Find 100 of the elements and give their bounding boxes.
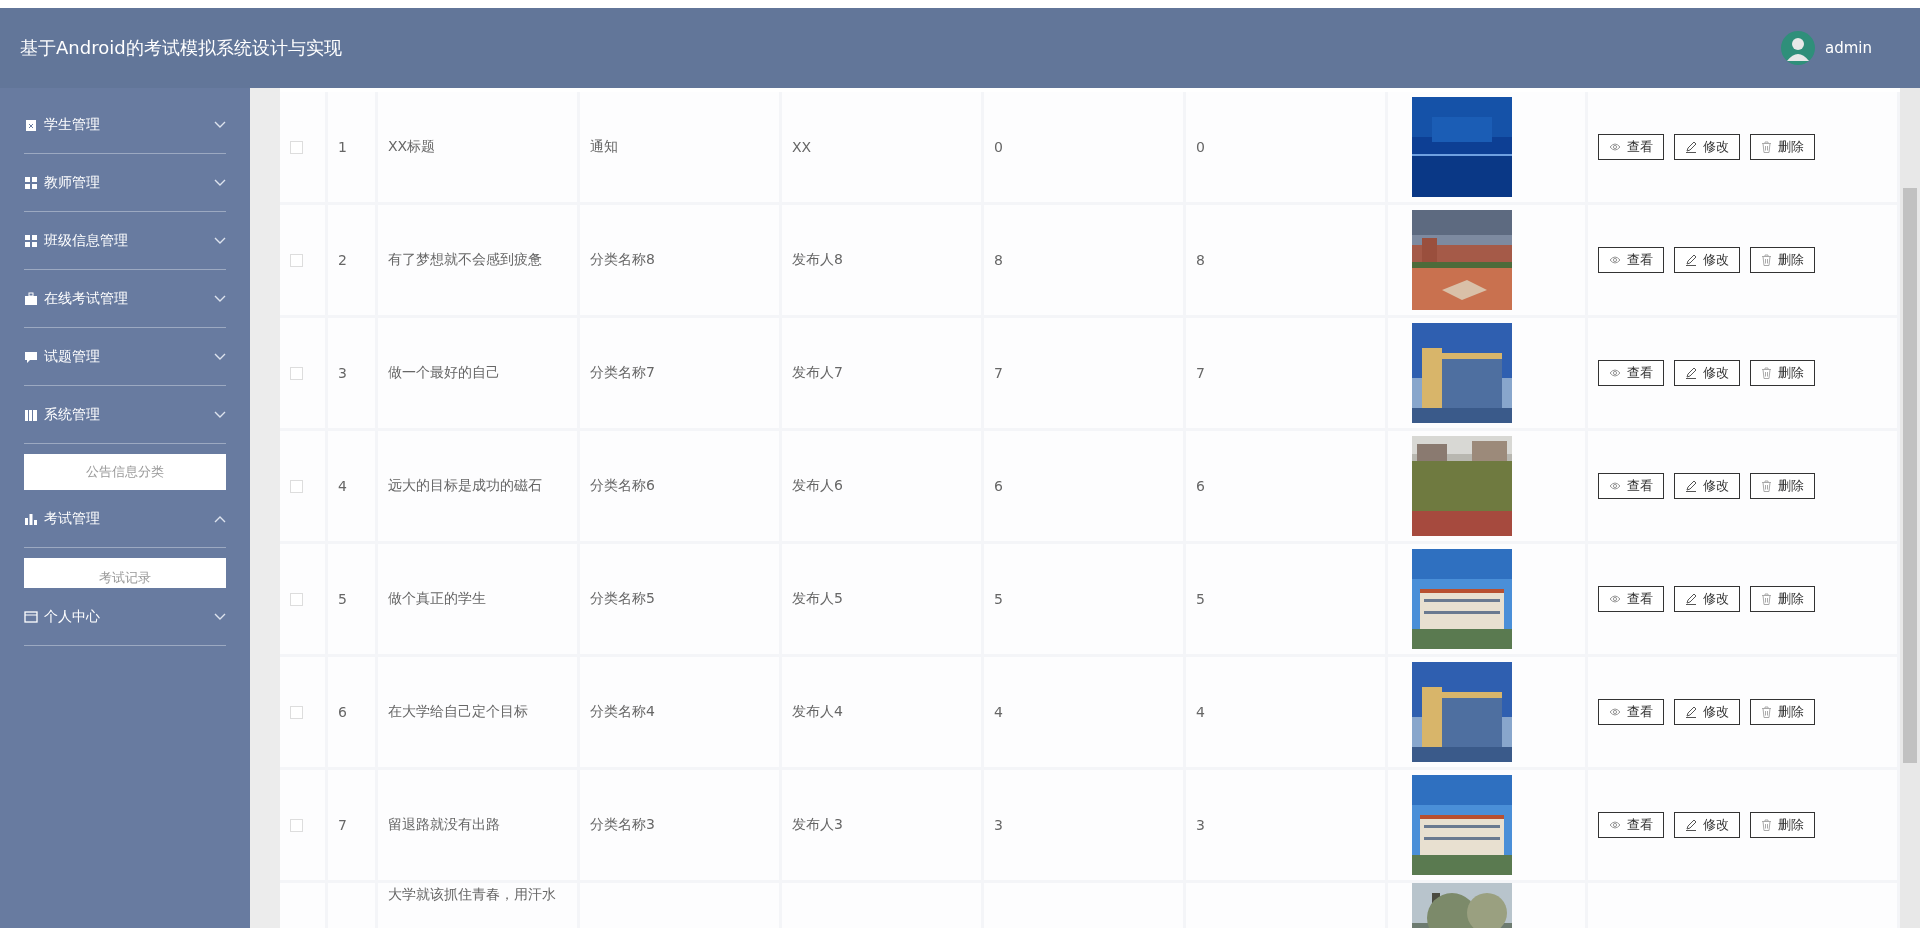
- table-cell: XX: [792, 139, 812, 155]
- table-cell: 分类名称5: [590, 590, 655, 608]
- eye-icon: [1609, 707, 1621, 717]
- row-checkbox[interactable]: [290, 479, 303, 493]
- table-cell: 分类名称4: [590, 703, 655, 721]
- delete-button[interactable]: 删除: [1750, 473, 1815, 499]
- app-title: 基于Android的考试模拟系统设计与实现: [20, 36, 343, 60]
- table-cell: 4: [1196, 704, 1205, 720]
- table-cell: 4: [994, 704, 1003, 720]
- grid-icon: [24, 233, 38, 248]
- table-cell: 5: [994, 591, 1003, 607]
- table-cell: 3: [994, 817, 1003, 833]
- table-cell: 0: [994, 139, 1003, 155]
- view-button[interactable]: 查看: [1598, 699, 1664, 725]
- table-cell: 8: [1196, 252, 1205, 268]
- table-cell: 7: [1196, 365, 1205, 381]
- pencil-icon: [1685, 480, 1697, 492]
- user-name[interactable]: admin: [1825, 39, 1872, 57]
- table-cell: 在大学给自己定个目标: [388, 703, 528, 721]
- pencil-icon: [1685, 593, 1697, 605]
- menu-item[interactable]: 系统管理: [24, 386, 226, 444]
- trash-icon: [1761, 367, 1772, 379]
- table-cell: XX标题: [388, 138, 436, 156]
- book-icon: [24, 407, 38, 422]
- menu-item[interactable]: 在线考试管理: [24, 270, 226, 328]
- row-checkbox[interactable]: [290, 705, 303, 719]
- edit-button[interactable]: 修改: [1674, 360, 1740, 386]
- view-button[interactable]: 查看: [1598, 360, 1664, 386]
- table-cell: 分类名称6: [590, 477, 655, 495]
- view-button[interactable]: 查看: [1598, 247, 1664, 273]
- row-checkbox[interactable]: [290, 253, 303, 267]
- pencil-icon: [1685, 706, 1697, 718]
- edit-button[interactable]: 修改: [1674, 134, 1740, 160]
- table-cell: 发布人8: [792, 251, 843, 269]
- view-button[interactable]: 查看: [1598, 812, 1664, 838]
- chevron-up-icon: [214, 514, 226, 523]
- delete-button[interactable]: 删除: [1750, 699, 1815, 725]
- table-cell: 6: [1196, 478, 1205, 494]
- row-number: 3: [338, 365, 347, 381]
- chevron-down-icon: [214, 178, 226, 187]
- chevron-down-icon: [214, 612, 226, 621]
- delete-button[interactable]: 删除: [1750, 360, 1815, 386]
- eye-icon: [1609, 820, 1621, 830]
- row-checkbox[interactable]: [290, 592, 303, 606]
- menu-item[interactable]: 学生管理: [24, 96, 226, 154]
- pencil-icon: [1685, 367, 1697, 379]
- edit-button[interactable]: 修改: [1674, 247, 1740, 273]
- eye-icon: [1609, 368, 1621, 378]
- pencil-icon: [1685, 254, 1697, 266]
- table-cell: 发布人3: [792, 816, 843, 834]
- chevron-down-icon: [214, 410, 226, 419]
- delete-button[interactable]: 删除: [1750, 586, 1815, 612]
- table-cell: 大学就该抓住青春，用汗水: [388, 886, 556, 904]
- eye-icon: [1609, 481, 1621, 491]
- menu-item[interactable]: 试题管理: [24, 328, 226, 386]
- trash-icon: [1761, 254, 1772, 266]
- table-cell: 发布人5: [792, 590, 843, 608]
- view-button[interactable]: 查看: [1598, 134, 1664, 160]
- table-cell: 留退路就没有出路: [388, 816, 500, 834]
- trash-icon: [1761, 706, 1772, 718]
- view-button[interactable]: 查看: [1598, 586, 1664, 612]
- delete-button[interactable]: 删除: [1750, 812, 1815, 838]
- table-cell: 7: [994, 365, 1003, 381]
- eye-icon: [1609, 594, 1621, 604]
- table-cell: 分类名称3: [590, 816, 655, 834]
- row-number: 1: [338, 139, 347, 155]
- table-cell: 分类名称7: [590, 364, 655, 382]
- eye-icon: [1609, 142, 1621, 152]
- table-cell: 发布人4: [792, 703, 843, 721]
- table-cell: 通知: [590, 138, 618, 156]
- avatar-icon[interactable]: [1781, 31, 1815, 65]
- edit-button[interactable]: 修改: [1674, 699, 1740, 725]
- table-cell: 发布人7: [792, 364, 843, 382]
- briefcase-icon: [24, 291, 38, 306]
- edit-button[interactable]: 修改: [1674, 586, 1740, 612]
- edit-button[interactable]: 修改: [1674, 812, 1740, 838]
- row-checkbox[interactable]: [290, 140, 303, 154]
- menu-item[interactable]: 考试管理: [24, 490, 226, 548]
- menu-item[interactable]: 教师管理: [24, 154, 226, 212]
- menu-item[interactable]: 个人中心: [24, 588, 226, 646]
- scrollbar-thumb[interactable]: [1903, 188, 1917, 763]
- table-cell: 5: [1196, 591, 1205, 607]
- pencil-icon: [1685, 141, 1697, 153]
- row-checkbox[interactable]: [290, 818, 303, 832]
- grid-icon: [24, 175, 38, 190]
- table-cell: 6: [994, 478, 1003, 494]
- table-cell: 做一个最好的自己: [388, 364, 500, 382]
- trash-icon: [1761, 480, 1772, 492]
- eye-icon: [1609, 255, 1621, 265]
- delete-button[interactable]: 删除: [1750, 247, 1815, 273]
- table-cell: 远大的目标是成功的磁石: [388, 477, 542, 495]
- menu-item[interactable]: 班级信息管理: [24, 212, 226, 270]
- trash-icon: [1761, 819, 1772, 831]
- row-number: 2: [338, 252, 347, 268]
- row-checkbox[interactable]: [290, 366, 303, 380]
- row-number: 4: [338, 478, 347, 494]
- delete-button[interactable]: 删除: [1750, 134, 1815, 160]
- edit-button[interactable]: 修改: [1674, 473, 1740, 499]
- view-button[interactable]: 查看: [1598, 473, 1664, 499]
- chevron-down-icon: [214, 352, 226, 361]
